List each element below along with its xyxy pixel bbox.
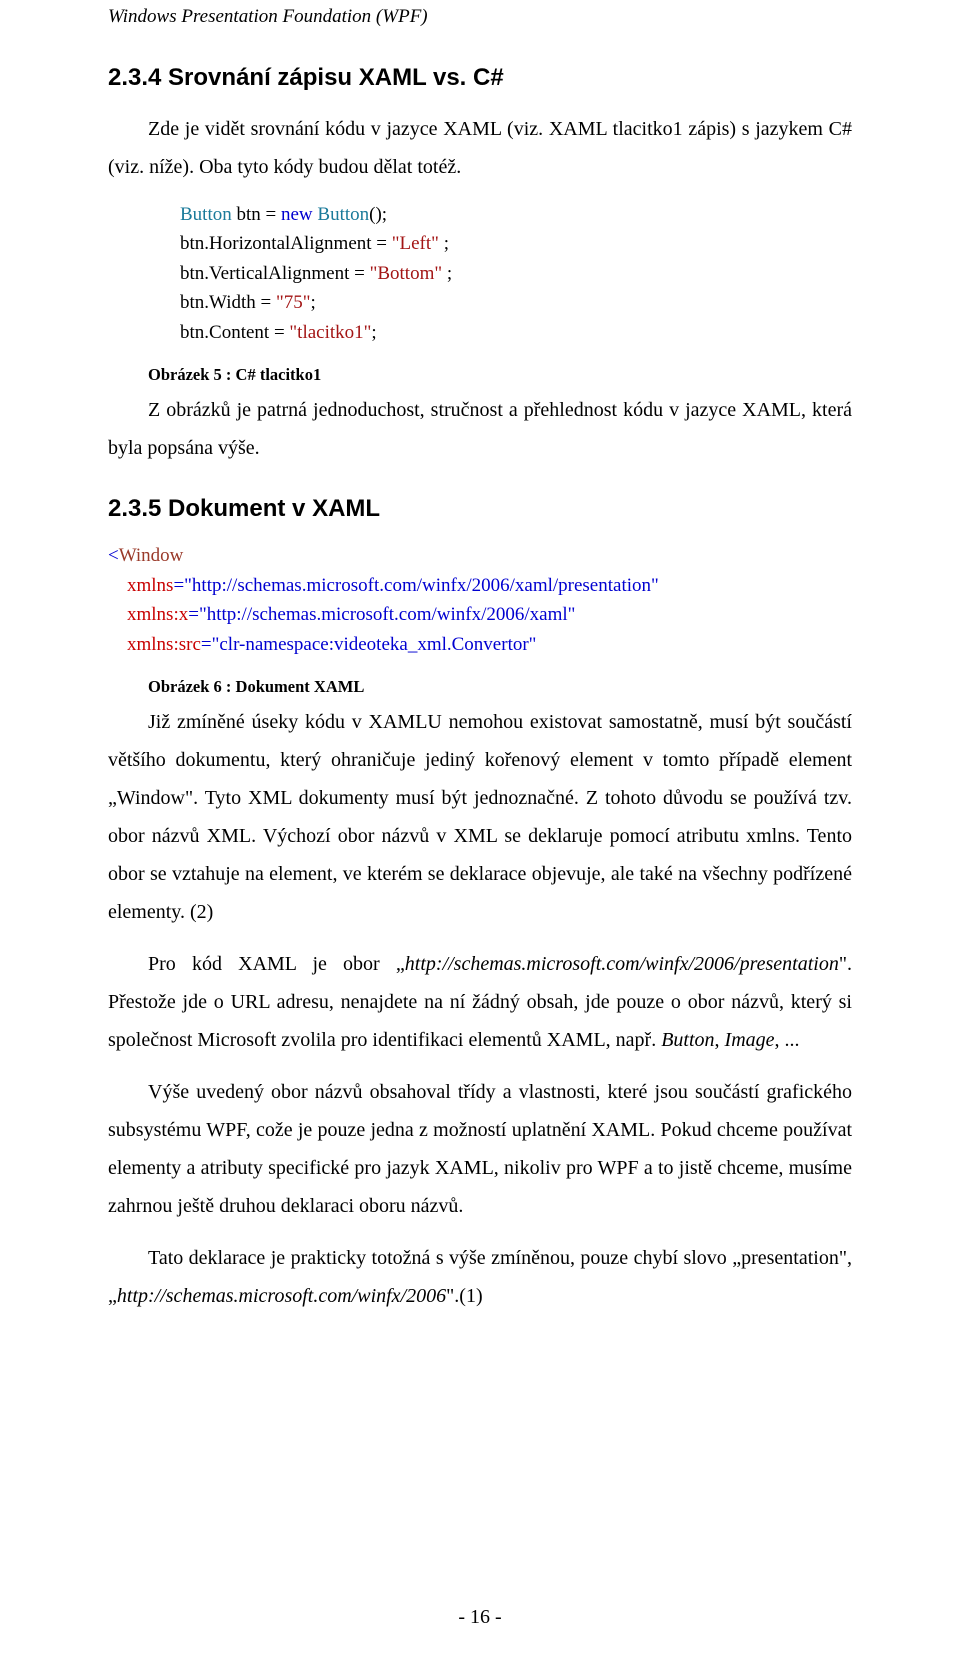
code-xaml: <Window xmlns="http://schemas.microsoft.… [108, 541, 852, 659]
caption-fig5: Obrázek 5 : C# tlacitko1 [108, 365, 852, 385]
page: Windows Presentation Foundation (WPF) 2.… [0, 6, 960, 1659]
code-csharp: Button btn = new Button(); btn.Horizonta… [180, 200, 852, 347]
para-235-4: Tato deklarace je prakticky totožná s vý… [108, 1239, 852, 1315]
para-234-2: Z obrázků je patrná jednoduchost, stručn… [108, 391, 852, 467]
para-235-1: Již zmíněné úseky kódu v XAMLU nemohou e… [108, 703, 852, 931]
page-number: - 16 - [108, 1606, 852, 1629]
heading-235: 2.3.5 Dokument v XAML [108, 495, 852, 523]
caption-fig6: Obrázek 6 : Dokument XAML [108, 677, 852, 697]
para-235-2: Pro kód XAML je obor „http://schemas.mic… [108, 945, 852, 1059]
heading-234: 2.3.4 Srovnání zápisu XAML vs. C# [108, 64, 852, 92]
para-235-3: Výše uvedený obor názvů obsahoval třídy … [108, 1073, 852, 1225]
para-234-1: Zde je vidět srovnání kódu v jazyce XAML… [108, 110, 852, 186]
running-header: Windows Presentation Foundation (WPF) [108, 6, 852, 28]
